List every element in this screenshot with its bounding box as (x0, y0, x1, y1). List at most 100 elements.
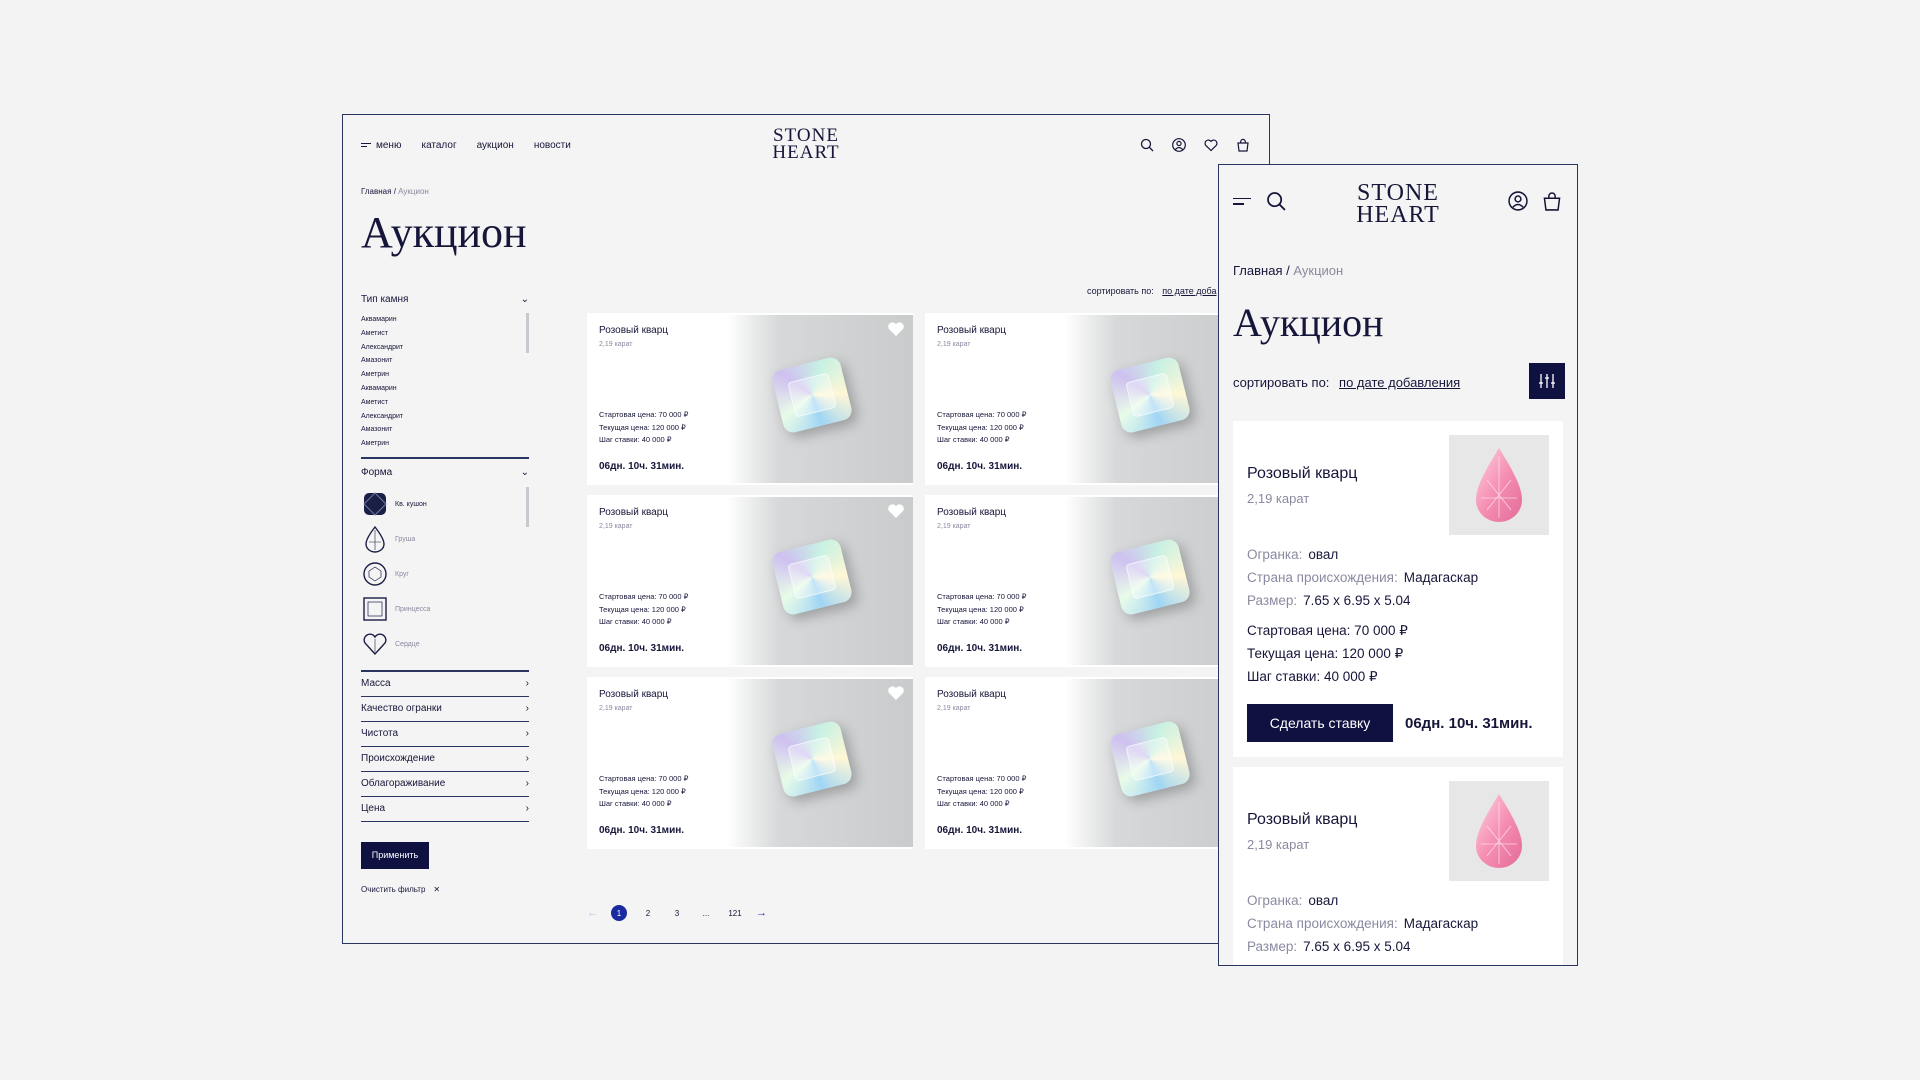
sort-label: сортировать по: (1087, 286, 1154, 296)
nav-auction[interactable]: аукцион (477, 140, 514, 151)
spec-row: Огранка: овал (1247, 889, 1478, 912)
account-icon[interactable] (1507, 190, 1529, 212)
stone-option[interactable]: Аквамарин (361, 382, 529, 396)
filter-button[interactable] (1529, 363, 1565, 399)
product-prices: Стартовая цена: 70 000 ₽ Текущая цена: 1… (1247, 619, 1408, 688)
burger-icon[interactable] (1233, 194, 1251, 209)
arrow-right-icon[interactable]: → (756, 907, 767, 919)
stone-option[interactable]: Амазонит (361, 354, 529, 368)
start-price: Стартовая цена: 70 000 ₽ (599, 774, 689, 783)
product-card[interactable]: Розовый кварц 2,19 карат Стартовая цена:… (587, 313, 913, 485)
bid-step: Шаг ставки: 40 000 ₽ (599, 617, 672, 626)
product-card[interactable]: Розовый кварц 2,19 карат Стартовая цена:… (925, 495, 1251, 667)
start-price: Стартовая цена: 70 000 ₽ (937, 774, 1027, 783)
product-carat: 2,19 карат (599, 341, 633, 348)
filter-shape-label: Форма (361, 467, 393, 479)
brand-logo[interactable]: STONE HEART (1356, 181, 1440, 226)
filter-enhancement[interactable]: Облагораживание › (361, 772, 529, 797)
filter-origin[interactable]: Происхождение › (361, 747, 529, 772)
filter-price[interactable]: Цена › (361, 797, 529, 822)
page-button[interactable]: 3 (669, 905, 685, 921)
product-prices: Стартовая цена: 70 000 ₽ Текущая цена: 12… (937, 773, 1026, 811)
apply-filter-button[interactable]: Применить (361, 841, 429, 869)
bag-icon[interactable] (1235, 137, 1251, 153)
product-image (1449, 781, 1549, 881)
brand-logo[interactable]: STONE HEART (772, 126, 839, 162)
gem-illustration (1108, 537, 1192, 617)
product-title: Розовый кварц (937, 689, 1007, 700)
menu-button[interactable]: меню (361, 140, 401, 151)
page-button[interactable]: 121 (727, 905, 743, 921)
filter-label: Цена (361, 803, 386, 815)
product-title: Розовый кварц (599, 689, 669, 700)
stone-option[interactable]: Аметист (361, 327, 529, 341)
heart-icon[interactable] (1203, 137, 1219, 153)
list-scrollbar[interactable] (526, 486, 529, 527)
breadcrumb-home[interactable]: Главная (361, 187, 391, 196)
breadcrumb-home[interactable]: Главная (1233, 263, 1282, 278)
bag-icon[interactable] (1541, 190, 1563, 212)
list-scrollbar[interactable] (526, 313, 529, 353)
filter-cut-quality[interactable]: Качество огранки › (361, 697, 529, 722)
breadcrumb: Главная / Аукцион (361, 187, 429, 196)
arrow-left-icon[interactable]: ← (587, 907, 598, 919)
product-card[interactable]: Розовый кварц 2,19 карат Стартовая цена:… (587, 495, 913, 667)
bid-step: Шаг ставки: 40 000 ₽ (937, 799, 1010, 808)
search-icon[interactable] (1265, 190, 1287, 212)
product-carat: 2,19 карат (1247, 837, 1310, 852)
desktop-header: меню каталог аукцион новости STONE HEART (361, 123, 1251, 167)
time-left: 06дн. 10ч. 31мин. (1405, 715, 1533, 732)
spec-value: 7.65 x 6.95 x 5.04 (1303, 593, 1411, 608)
shape-option-heart[interactable]: Сердце (361, 627, 529, 662)
sort-dropdown[interactable]: по дате добавления (1339, 375, 1460, 390)
stone-option[interactable]: Аметрин (361, 437, 529, 451)
start-price: Стартовая цена: 70 000 ₽ (1247, 623, 1408, 638)
shape-option-princess[interactable]: Принцесса (361, 592, 529, 627)
nav-news[interactable]: новости (534, 140, 571, 151)
page-title: Аукцион (361, 208, 527, 257)
filter-clarity[interactable]: Чистота › (361, 722, 529, 747)
place-bid-button[interactable]: Сделать ставку (1247, 704, 1393, 742)
favorite-heart-icon[interactable] (887, 321, 905, 337)
filter-sidebar: Тип камня ⌄ Аквамарин Аметист Александри… (361, 289, 529, 894)
stone-option[interactable]: Аметрин (361, 368, 529, 382)
filter-stone-type-header[interactable]: Тип камня ⌄ (361, 289, 529, 309)
sort-dropdown[interactable]: по дате доба (1162, 286, 1216, 296)
filter-shape-header[interactable]: Форма ⌄ (361, 463, 529, 483)
shape-label: Круг (395, 570, 409, 578)
product-title: Розовый кварц (937, 507, 1007, 518)
spec-value: Мадагаскар (1403, 570, 1479, 585)
start-price: Стартовая цена: 70 000 ₽ (599, 410, 689, 419)
nav-catalog[interactable]: каталог (421, 140, 456, 151)
favorite-heart-icon[interactable] (887, 503, 905, 519)
current-price: Текущая цена: 120 000 ₽ (599, 786, 686, 796)
stone-option[interactable]: Александрит (361, 341, 529, 355)
search-icon[interactable] (1139, 137, 1155, 153)
product-image (727, 315, 913, 483)
heart-shape-icon (363, 633, 387, 656)
spec-value: 7.65 x 6.95 x 5.04 (1303, 939, 1411, 954)
clear-filter-button[interactable]: Очистить фильтр ✕ (361, 885, 529, 894)
shape-option-round[interactable]: Круг (361, 557, 529, 592)
auction-card[interactable]: Розовый кварц 2,19 карат Огранка: овал Ст… (1233, 421, 1563, 757)
close-icon: ✕ (433, 884, 441, 894)
account-icon[interactable] (1171, 137, 1187, 153)
shape-option-cushion[interactable]: Кв. кушон (361, 487, 529, 522)
stone-option[interactable]: Амазонит (361, 423, 529, 437)
page-button[interactable]: 1 (611, 905, 627, 921)
current-price: Текущая цена: 120 000 ₽ (599, 422, 686, 432)
product-card[interactable]: Розовый кварц 2,19 карат Стартовая цена:… (925, 677, 1251, 849)
chevron-down-icon: ⌄ (520, 293, 529, 305)
filter-mass[interactable]: Масса › (361, 672, 529, 697)
stone-option[interactable]: Аметист (361, 396, 529, 410)
shape-option-pear[interactable]: Груша (361, 522, 529, 557)
current-price: Текущая цена: 120 000 ₽ (937, 422, 1024, 432)
product-specs: Огранка: овал Страна происхождения: Мадага… (1247, 889, 1478, 958)
product-card[interactable]: Розовый кварц 2,19 карат Стартовая цена:… (587, 677, 913, 849)
page-button[interactable]: 2 (640, 905, 656, 921)
stone-option[interactable]: Аквамарин (361, 313, 529, 327)
stone-option[interactable]: Александрит (361, 410, 529, 424)
favorite-heart-icon[interactable] (887, 685, 905, 701)
auction-card[interactable]: Розовый кварц 2,19 карат Огранка: овал Ст… (1233, 767, 1563, 965)
product-card[interactable]: Розовый кварц 2,19 карат Стартовая цена:… (925, 313, 1251, 485)
